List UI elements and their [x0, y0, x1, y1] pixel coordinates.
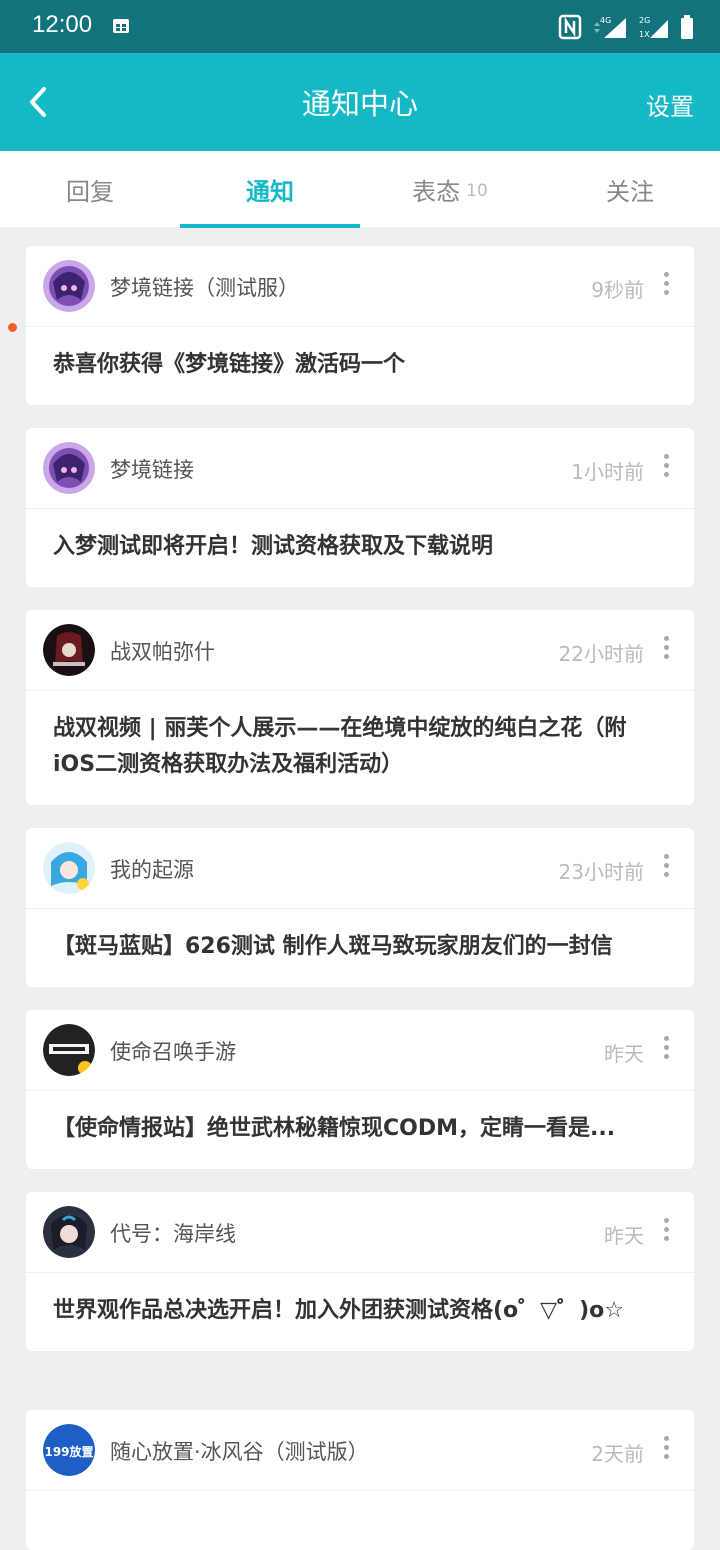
more-options-icon[interactable] — [660, 636, 672, 664]
tab-replies[interactable]: 回复 — [0, 151, 180, 227]
sender-name: 梦境链接 — [110, 458, 194, 482]
settings-button[interactable]: 设置 — [646, 87, 694, 122]
tab-label: 表态 — [412, 177, 461, 206]
active-tab-indicator — [180, 224, 360, 228]
more-options-icon[interactable] — [660, 1436, 672, 1464]
sender-name: 代号：海岸线 — [110, 1222, 236, 1246]
game-avatar — [43, 624, 95, 676]
sender-name: 战双帕弥什 — [110, 640, 215, 664]
unread-dot — [8, 323, 17, 332]
tab-notifications[interactable]: 通知 — [180, 151, 360, 227]
notification-card[interactable]: 199放置 随心放置·冰风谷（测试版） 2天前 — [26, 1410, 694, 1550]
status-time: 12:00 — [32, 11, 93, 38]
signal-4g-icon: 4G — [594, 16, 626, 38]
game-avatar — [43, 1206, 95, 1258]
battery-icon — [681, 15, 693, 39]
app-bar: 通知中心 设置 — [0, 53, 720, 151]
tab-follows[interactable]: 关注 — [540, 151, 720, 227]
notification-card[interactable]: 使命召唤手游 昨天 【使命情报站】绝世武林秘籍惊现CODM，定睛一看是... — [26, 1010, 694, 1169]
game-avatar — [43, 260, 95, 312]
notification-text: 【使命情报站】绝世武林秘籍惊现CODM，定睛一看是... — [53, 1116, 616, 1141]
notification-time: 9秒前 — [591, 278, 644, 302]
notification-card[interactable]: 代号：海岸线 昨天 世界观作品总决选开启！加入外团获测试资格(o゜▽゜)o☆ — [26, 1192, 694, 1351]
more-options-icon[interactable] — [660, 454, 672, 482]
sender-name: 我的起源 — [110, 858, 194, 882]
notification-text: 【斑马蓝贴】626测试 制作人斑马致玩家朋友们的一封信 — [53, 934, 613, 959]
signal-2g-icon: 2G 1X — [639, 16, 668, 39]
nfc-icon — [558, 14, 582, 40]
notification-card[interactable]: 梦境链接 1小时前 入梦测试即将开启！测试资格获取及下载说明 — [26, 428, 694, 587]
calendar-icon — [113, 19, 129, 33]
notification-text: 战双视频 | 丽芙个人展示——在绝境中绽放的纯白之花（附iOS二测资格获取办法及… — [53, 716, 627, 777]
page-title: 通知中心 — [301, 87, 418, 121]
notification-time: 1小时前 — [571, 460, 644, 484]
notification-time: 昨天 — [604, 1224, 644, 1248]
sender-name: 梦境链接（测试服） — [110, 276, 299, 300]
network-2g-label: 2G — [639, 16, 650, 25]
notification-time: 22小时前 — [558, 642, 644, 666]
tab-label: 关注 — [606, 177, 654, 206]
game-avatar: 199放置 — [43, 1424, 95, 1476]
game-avatar — [43, 442, 95, 494]
network-4g-label: 4G — [600, 16, 611, 25]
more-options-icon[interactable] — [660, 272, 672, 300]
notification-card[interactable]: 战双帕弥什 22小时前 战双视频 | 丽芙个人展示——在绝境中绽放的纯白之花（附… — [26, 610, 694, 805]
notification-text: 世界观作品总决选开启！加入外团获测试资格(o゜▽゜)o☆ — [53, 1298, 624, 1323]
notification-time: 昨天 — [604, 1042, 644, 1066]
status-bar: 12:00 4G 2G 1X — [0, 0, 720, 53]
more-options-icon[interactable] — [660, 1218, 672, 1246]
tab-label: 通知 — [246, 177, 294, 206]
game-avatar — [43, 1024, 95, 1076]
sender-name: 随心放置·冰风谷（测试版） — [110, 1440, 369, 1464]
notification-text: 入梦测试即将开启！测试资格获取及下载说明 — [53, 534, 494, 559]
tab-label: 回复 — [66, 177, 114, 206]
sender-name: 使命召唤手游 — [110, 1040, 236, 1064]
tab-bar: 回复 通知 表态 10 关注 — [0, 151, 720, 228]
more-options-icon[interactable] — [660, 854, 672, 882]
notification-text — [26, 1491, 694, 1533]
notification-card[interactable]: 我的起源 23小时前 【斑马蓝贴】626测试 制作人斑马致玩家朋友们的一封信 — [26, 828, 694, 987]
notification-card[interactable]: 梦境链接（测试服） 9秒前 恭喜你获得《梦境链接》激活码一个 — [26, 246, 694, 405]
network-1x-label: 1X — [639, 30, 650, 39]
notification-text: 恭喜你获得《梦境链接》激活码一个 — [53, 352, 406, 377]
game-avatar — [43, 842, 95, 894]
notification-time: 2天前 — [591, 1442, 644, 1466]
more-options-icon[interactable] — [660, 1036, 672, 1064]
notification-time: 23小时前 — [558, 860, 644, 884]
reactions-count-badge: 10 — [466, 181, 488, 201]
game-avatar-text: 199放置 — [44, 1444, 93, 1459]
tab-reactions[interactable]: 表态 10 — [360, 151, 540, 227]
